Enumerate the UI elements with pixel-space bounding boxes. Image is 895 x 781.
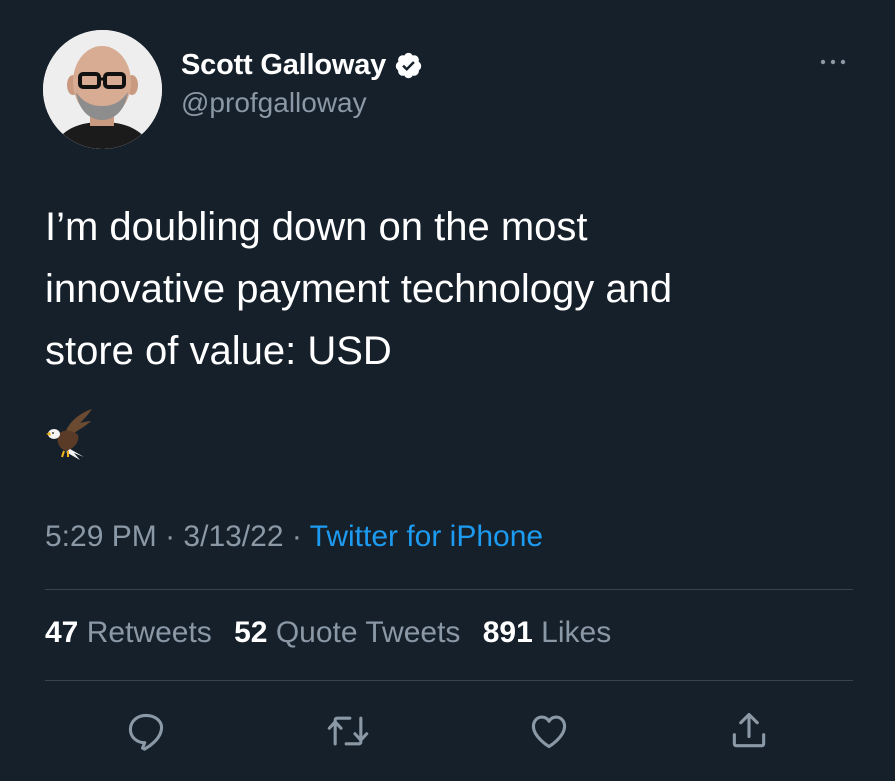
divider (45, 680, 853, 681)
reply-icon[interactable] (124, 709, 168, 753)
retweet-icon[interactable] (326, 709, 370, 753)
retweets-count: 47 (45, 616, 79, 649)
avatar[interactable] (43, 30, 162, 149)
tweet-time[interactable]: 5:29 PM (45, 520, 157, 553)
likes-stat[interactable]: 891 Likes (483, 616, 611, 649)
tweet-meta: 5:29 PM · 3/13/22 · Twitter for iPhone (45, 520, 543, 554)
share-icon[interactable] (727, 709, 771, 753)
likes-label: Likes (541, 616, 612, 649)
quote-tweets-stat[interactable]: 52 Quote Tweets (234, 616, 460, 649)
retweets-label: Retweets (86, 616, 212, 649)
person-avatar-icon (43, 30, 162, 149)
like-icon[interactable] (527, 709, 571, 753)
name-row: Scott Galloway (181, 45, 423, 85)
more-options-icon[interactable] (815, 52, 851, 72)
user-handle[interactable]: @profgalloway (181, 87, 423, 119)
quote-tweets-count: 52 (234, 616, 268, 649)
meta-separator: · (165, 520, 176, 553)
tweet-date[interactable]: 3/13/22 (183, 520, 283, 553)
meta-separator: · (291, 520, 302, 553)
author-block: Scott Galloway @profgalloway (181, 45, 423, 119)
tweet-source-link[interactable]: Twitter for iPhone (310, 520, 543, 553)
verified-badge-icon (394, 51, 423, 80)
likes-count: 891 (482, 616, 533, 649)
retweets-stat[interactable]: 47 Retweets (45, 616, 212, 649)
quote-tweets-label: Quote Tweets (275, 616, 461, 649)
divider (45, 589, 853, 590)
tweet-text: I’m doubling down on the most innovative… (45, 205, 673, 373)
eagle-icon (44, 405, 96, 461)
tweet-stats: 47 Retweets 52 Quote Tweets 891 Likes (45, 616, 625, 650)
tweet-card: Scott Galloway @profgalloway I’m doublin… (0, 0, 895, 781)
display-name[interactable]: Scott Galloway (181, 49, 386, 82)
